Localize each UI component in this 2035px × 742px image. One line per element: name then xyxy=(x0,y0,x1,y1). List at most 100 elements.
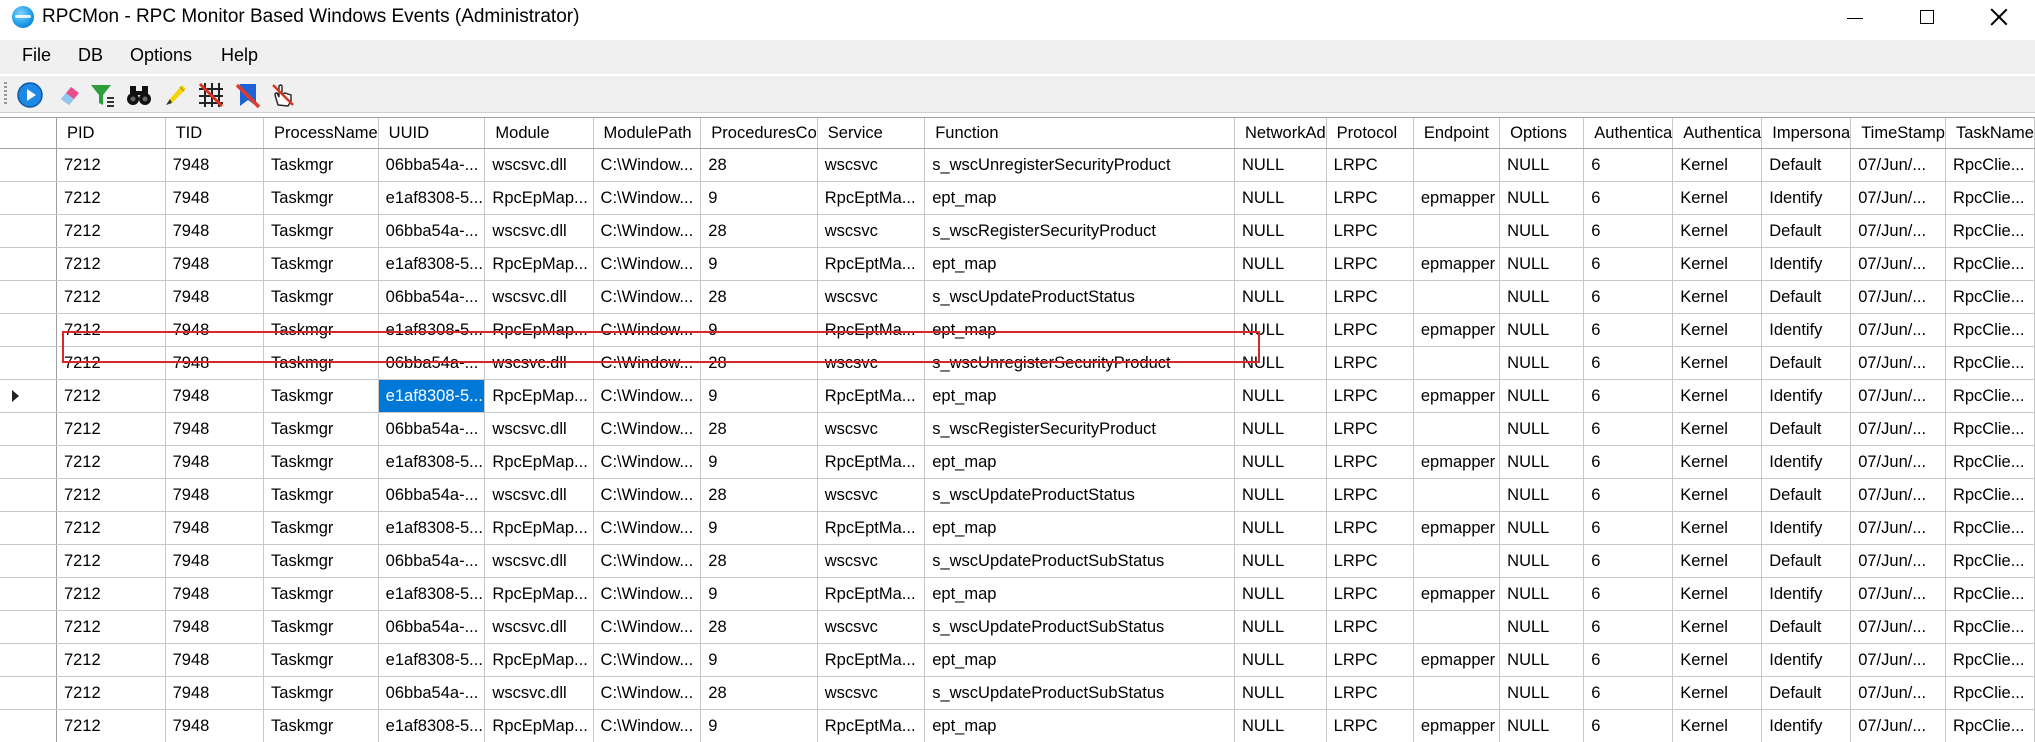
cell-proceduresco[interactable]: 28 xyxy=(701,347,817,380)
cell-pid[interactable]: 7212 xyxy=(56,281,165,314)
cell-protocol[interactable]: LRPC xyxy=(1326,215,1413,248)
cell-uuid[interactable]: 06bba54a-... xyxy=(378,215,485,248)
cell-taskname[interactable]: RpcClie... xyxy=(1945,512,2034,545)
column-header-service[interactable]: Service xyxy=(817,118,924,149)
start-button[interactable] xyxy=(15,80,45,110)
cell-module[interactable]: wscsvc.dll xyxy=(485,215,593,248)
cell-impersona[interactable]: Identify xyxy=(1762,710,1851,742)
column-header-authentica[interactable]: Authentica xyxy=(1584,118,1673,149)
cell-authentica[interactable]: 6 xyxy=(1584,413,1673,446)
cell-pid[interactable]: 7212 xyxy=(56,710,165,742)
column-header-module[interactable]: Module xyxy=(485,118,593,149)
cell-pid[interactable]: 7212 xyxy=(56,314,165,347)
cell-authentica[interactable]: Kernel xyxy=(1673,380,1762,413)
cell-timestamp[interactable]: 07/Jun/... xyxy=(1851,248,1946,281)
cell-authentica[interactable]: Kernel xyxy=(1673,479,1762,512)
cell-taskname[interactable]: RpcClie... xyxy=(1945,314,2034,347)
cell-protocol[interactable]: LRPC xyxy=(1326,347,1413,380)
cell-impersona[interactable]: Identify xyxy=(1762,644,1851,677)
cell-options[interactable]: NULL xyxy=(1500,380,1584,413)
column-header-options[interactable]: Options xyxy=(1500,118,1584,149)
menu-help[interactable]: Help xyxy=(215,45,264,66)
cell-function[interactable]: ept_map xyxy=(925,446,1235,479)
cell-function[interactable]: s_wscRegisterSecurityProduct xyxy=(925,215,1235,248)
cell-modulepath[interactable]: C:\Window... xyxy=(593,149,701,182)
cell-impersona[interactable]: Identify xyxy=(1762,512,1851,545)
cell-authentica[interactable]: 6 xyxy=(1584,281,1673,314)
cell-processname[interactable]: Taskmgr xyxy=(264,446,379,479)
cell-function[interactable]: ept_map xyxy=(925,512,1235,545)
cell-taskname[interactable]: RpcClie... xyxy=(1945,479,2034,512)
cell-service[interactable]: RpcEptMa... xyxy=(817,446,924,479)
cell-taskname[interactable]: RpcClie... xyxy=(1945,710,2034,742)
cell-networkad[interactable]: NULL xyxy=(1234,710,1326,742)
columns-button[interactable] xyxy=(196,80,226,110)
cell-endpoint[interactable]: epmapper xyxy=(1413,182,1499,215)
row-header[interactable] xyxy=(0,215,56,248)
row-header[interactable] xyxy=(0,248,56,281)
cell-impersona[interactable]: Default xyxy=(1762,215,1851,248)
cell-pid[interactable]: 7212 xyxy=(56,413,165,446)
cell-protocol[interactable]: LRPC xyxy=(1326,611,1413,644)
table-row[interactable]: 72127948Taskmgre1af8308-5...RpcEpMap...C… xyxy=(0,380,2035,413)
cell-module[interactable]: wscsvc.dll xyxy=(485,677,593,710)
cell-networkad[interactable]: NULL xyxy=(1234,281,1326,314)
cell-proceduresco[interactable]: 28 xyxy=(701,677,817,710)
cell-protocol[interactable]: LRPC xyxy=(1326,677,1413,710)
cell-options[interactable]: NULL xyxy=(1500,677,1584,710)
cell-processname[interactable]: Taskmgr xyxy=(264,611,379,644)
cell-modulepath[interactable]: C:\Window... xyxy=(593,281,701,314)
column-header-modulepath[interactable]: ModulePath xyxy=(593,118,701,149)
cell-proceduresco[interactable]: 28 xyxy=(701,545,817,578)
cell-proceduresco[interactable]: 28 xyxy=(701,611,817,644)
cell-uuid[interactable]: e1af8308-5... xyxy=(378,710,485,742)
cell-service[interactable]: wscsvc xyxy=(817,677,924,710)
cell-pid[interactable]: 7212 xyxy=(56,446,165,479)
cell-tid[interactable]: 7948 xyxy=(165,149,263,182)
cell-function[interactable]: s_wscUnregisterSecurityProduct xyxy=(925,347,1235,380)
column-header-protocol[interactable]: Protocol xyxy=(1326,118,1413,149)
cell-function[interactable]: s_wscUpdateProductStatus xyxy=(925,479,1235,512)
cell-proceduresco[interactable]: 28 xyxy=(701,215,817,248)
cell-module[interactable]: RpcEpMap... xyxy=(485,314,593,347)
cell-options[interactable]: NULL xyxy=(1500,512,1584,545)
cell-authentica[interactable]: 6 xyxy=(1584,611,1673,644)
row-header[interactable] xyxy=(0,149,56,182)
cell-service[interactable]: wscsvc xyxy=(817,611,924,644)
cell-options[interactable]: NULL xyxy=(1500,314,1584,347)
cell-uuid[interactable]: e1af8308-5... xyxy=(378,314,485,347)
cell-function[interactable]: s_wscUpdateProductSubStatus xyxy=(925,677,1235,710)
cell-pid[interactable]: 7212 xyxy=(56,512,165,545)
cell-impersona[interactable]: Default xyxy=(1762,545,1851,578)
cell-uuid[interactable]: e1af8308-5... xyxy=(378,644,485,677)
title-bar[interactable]: RPCMon - RPC Monitor Based Windows Event… xyxy=(0,0,2035,34)
cell-authentica[interactable]: Kernel xyxy=(1673,578,1762,611)
cell-taskname[interactable]: RpcClie... xyxy=(1945,446,2034,479)
cell-impersona[interactable]: Default xyxy=(1762,347,1851,380)
cell-module[interactable]: wscsvc.dll xyxy=(485,347,593,380)
column-header-uuid[interactable]: UUID xyxy=(378,118,485,149)
cell-uuid[interactable]: 06bba54a-... xyxy=(378,413,485,446)
highlight-button[interactable] xyxy=(161,80,191,110)
cell-module[interactable]: RpcEpMap... xyxy=(485,248,593,281)
cell-authentica[interactable]: Kernel xyxy=(1673,182,1762,215)
table-row[interactable]: 72127948Taskmgr06bba54a-...wscsvc.dllC:\… xyxy=(0,479,2035,512)
row-header[interactable] xyxy=(0,512,56,545)
cell-authentica[interactable]: 6 xyxy=(1584,446,1673,479)
cell-endpoint[interactable] xyxy=(1413,215,1499,248)
cell-authentica[interactable]: Kernel xyxy=(1673,215,1762,248)
column-header-endpoint[interactable]: Endpoint xyxy=(1413,118,1499,149)
cell-endpoint[interactable]: epmapper xyxy=(1413,248,1499,281)
row-header[interactable] xyxy=(0,545,56,578)
cell-networkad[interactable]: NULL xyxy=(1234,413,1326,446)
cell-timestamp[interactable]: 07/Jun/... xyxy=(1851,413,1946,446)
cell-protocol[interactable]: LRPC xyxy=(1326,446,1413,479)
cell-timestamp[interactable]: 07/Jun/... xyxy=(1851,677,1946,710)
cell-uuid[interactable]: 06bba54a-... xyxy=(378,545,485,578)
cell-tid[interactable]: 7948 xyxy=(165,248,263,281)
cell-tid[interactable]: 7948 xyxy=(165,545,263,578)
cell-timestamp[interactable]: 07/Jun/... xyxy=(1851,512,1946,545)
clear-highlight-button[interactable] xyxy=(233,80,263,110)
table-row[interactable]: 72127948Taskmgre1af8308-5...RpcEpMap...C… xyxy=(0,446,2035,479)
cell-options[interactable]: NULL xyxy=(1500,347,1584,380)
